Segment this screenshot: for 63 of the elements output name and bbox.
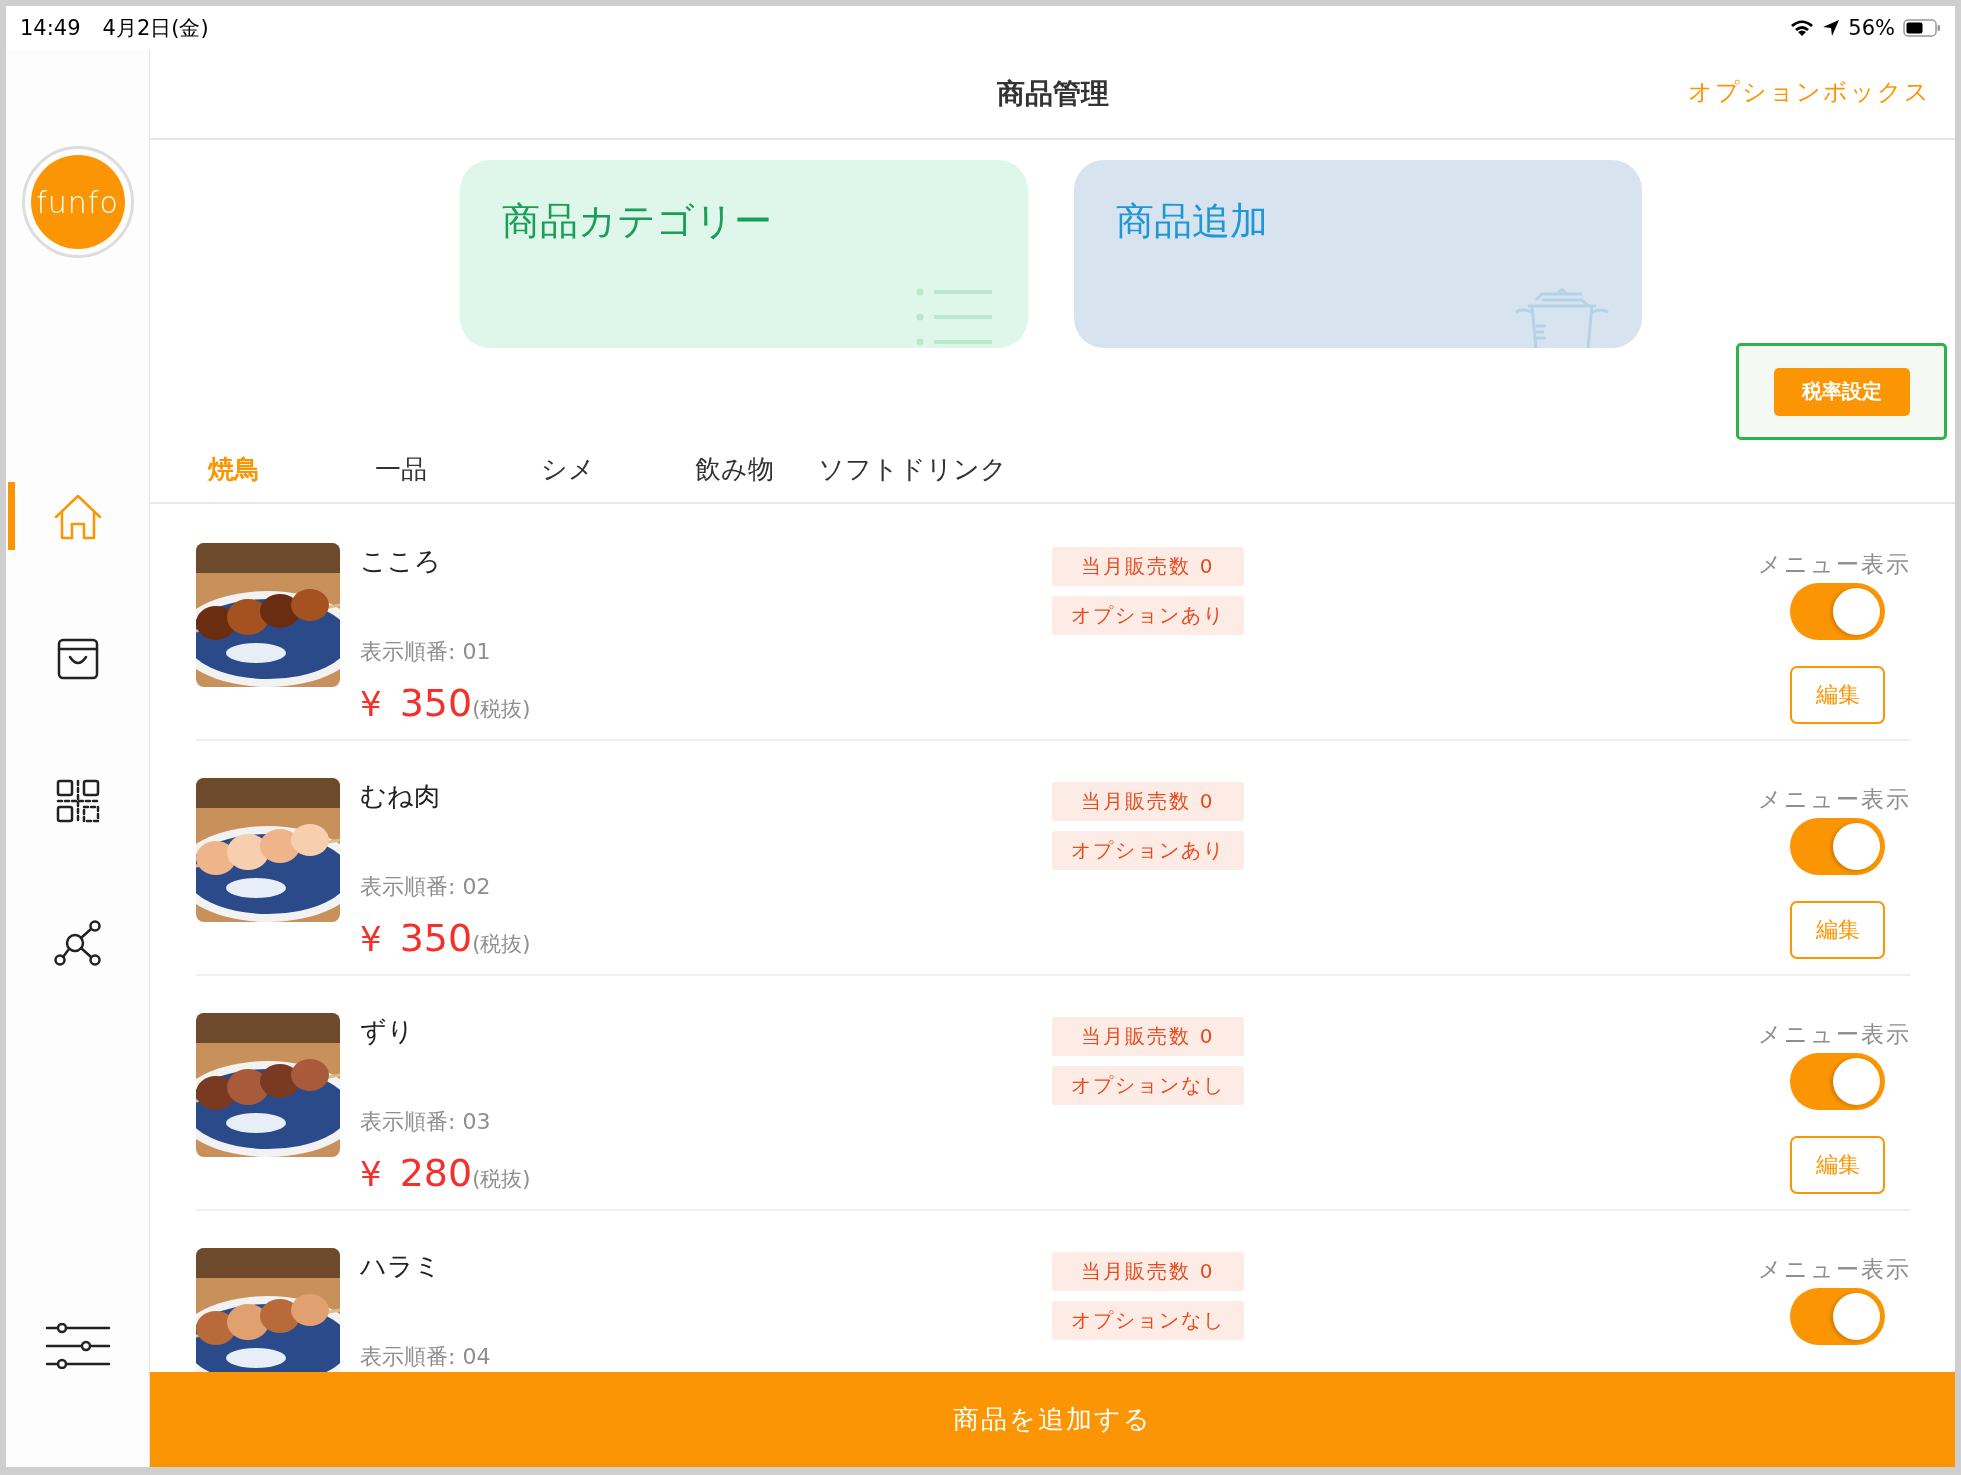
home-icon: [52, 493, 103, 541]
category-tab[interactable]: 飲み物: [695, 452, 774, 487]
option-tag: オプションなし: [1052, 1066, 1244, 1105]
category-tab[interactable]: ソフトドリンク: [818, 452, 1007, 487]
battery-icon: [1903, 19, 1941, 37]
price-value: 350: [399, 680, 473, 727]
category-tab[interactable]: 焼鳥: [207, 452, 260, 487]
currency-symbol: ¥: [360, 1153, 382, 1196]
tax-rate-button[interactable]: 税率設定: [1773, 367, 1910, 416]
product-name: ハラミ: [360, 1250, 441, 1283]
menu-display-toggle[interactable]: [1790, 1288, 1885, 1345]
page-title: 商品管理: [996, 76, 1109, 112]
menu-display-label: メニュー表示: [1758, 1020, 1911, 1049]
display-order: 表示順番: 01: [360, 638, 491, 666]
option-tag: オプションなし: [1052, 1301, 1244, 1340]
edit-button[interactable]: 編集: [1790, 901, 1885, 959]
price-value: 280: [399, 1150, 473, 1197]
currency-symbol: ¥: [360, 683, 382, 726]
product-name: ずり: [360, 1015, 414, 1048]
sales-count-tag: 当月販売数 0: [1052, 1252, 1244, 1291]
status-date: 4月2日(金): [102, 15, 209, 42]
edit-button[interactable]: 編集: [1790, 666, 1885, 724]
category-tab[interactable]: シメ: [540, 452, 595, 487]
add-product-button[interactable]: 商品を追加する: [150, 1372, 1955, 1467]
tax-note: (税抜): [472, 696, 531, 723]
active-indicator: [8, 482, 15, 550]
product-name: こころ: [360, 545, 441, 578]
add-product-card[interactable]: 商品追加: [1074, 160, 1642, 348]
bag-icon: [55, 637, 100, 681]
currency-symbol: ¥: [360, 918, 382, 961]
menu-display-toggle[interactable]: [1790, 1053, 1885, 1110]
category-card[interactable]: 商品カテゴリー: [460, 160, 1028, 348]
menu-display-label: メニュー表示: [1758, 785, 1911, 814]
wifi-icon: [1790, 19, 1815, 37]
category-tab[interactable]: 一品: [374, 452, 427, 487]
menu-display-label: メニュー表示: [1758, 550, 1911, 579]
qr-code-icon: [54, 778, 101, 824]
product-name: むね肉: [360, 780, 440, 813]
price-value: 350: [399, 915, 473, 962]
tax-note: (税抜): [472, 1166, 531, 1193]
list-icon: [914, 286, 994, 348]
card-title: 商品カテゴリー: [502, 198, 772, 245]
sales-count-tag: 当月販売数 0: [1052, 782, 1244, 821]
edit-button[interactable]: 編集: [1790, 1136, 1885, 1194]
network-icon: [52, 919, 103, 967]
option-tag: オプションあり: [1052, 831, 1244, 870]
tax-note: (税抜): [472, 931, 531, 958]
menu-display-toggle[interactable]: [1790, 818, 1885, 875]
display-order: 表示順番: 03: [360, 1108, 491, 1136]
menu-display-label: メニュー表示: [1758, 1255, 1911, 1284]
settings-icon: [44, 1323, 111, 1369]
sales-count-tag: 当月販売数 0: [1052, 1017, 1244, 1056]
card-title: 商品追加: [1116, 198, 1268, 245]
option-box-link[interactable]: オプションボックス: [1688, 76, 1931, 108]
option-tag: オプションあり: [1052, 596, 1244, 635]
logo-text: funfo: [36, 184, 119, 220]
menu-display-toggle[interactable]: [1790, 583, 1885, 640]
location-icon: [1822, 19, 1841, 37]
display-order: 表示順番: 04: [360, 1343, 491, 1371]
display-order: 表示順番: 02: [360, 873, 491, 901]
status-time: 14:49: [20, 16, 81, 40]
battery-percent: 56%: [1848, 16, 1895, 40]
sales-count-tag: 当月販売数 0: [1052, 547, 1244, 586]
